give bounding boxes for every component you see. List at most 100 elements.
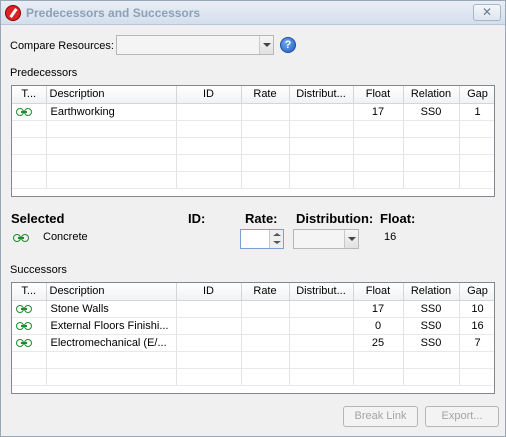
relation-cell <box>403 171 460 189</box>
gap-cell <box>459 351 494 369</box>
type-cell <box>12 300 47 318</box>
column-header[interactable]: ID <box>176 86 242 104</box>
relation-cell <box>403 120 460 138</box>
table-row[interactable]: Stone Walls 17 SS0 10 <box>12 300 494 318</box>
chevron-down-icon[interactable] <box>259 36 273 54</box>
gap-cell <box>459 368 494 386</box>
column-header[interactable]: Distribut... <box>289 86 354 104</box>
predecessors-successors-dialog: Predecessors and Successors ✕ Compare Re… <box>0 0 506 437</box>
rate-cell <box>241 317 290 335</box>
description-cell <box>46 171 177 189</box>
gap-cell <box>459 120 494 138</box>
break-link-button[interactable]: Break Link <box>343 406 418 427</box>
rate-cell <box>241 171 290 189</box>
table-row[interactable]: Earthworking 17 SS0 1 <box>12 103 494 121</box>
type-cell <box>12 351 47 369</box>
float-cell <box>353 351 404 369</box>
column-header[interactable]: T... <box>12 86 47 104</box>
id-cell <box>176 300 242 318</box>
relation-cell: SS0 <box>403 300 460 318</box>
distribution-cell <box>289 368 354 386</box>
type-cell <box>12 334 47 352</box>
float-cell <box>353 137 404 155</box>
table-row <box>12 171 494 189</box>
table-row <box>12 137 494 155</box>
gap-cell: 10 <box>459 300 494 318</box>
table-row <box>12 120 494 138</box>
successors-table[interactable]: T... Description ID Rate Distribut... Float Re… <box>11 282 495 394</box>
spin-down-icon[interactable] <box>273 241 281 244</box>
description-cell: Electromechanical (E/... <box>46 334 177 352</box>
description-cell <box>46 120 177 138</box>
float-cell <box>353 171 404 189</box>
distribution-cell <box>289 334 354 352</box>
distribution-cell <box>289 103 354 121</box>
column-header[interactable]: Gap <box>459 283 494 301</box>
float-cell <box>353 154 404 172</box>
id-cell <box>176 334 242 352</box>
export-button[interactable]: Export... <box>425 406 499 427</box>
float-cell: 17 <box>353 300 404 318</box>
gap-cell <box>459 171 494 189</box>
help-icon[interactable]: ? <box>280 37 296 53</box>
id-cell <box>176 368 242 386</box>
rate-spinner[interactable] <box>240 229 284 249</box>
rate-cell <box>241 103 290 121</box>
float-label: Float: <box>380 211 416 226</box>
type-cell <box>12 317 47 335</box>
description-cell: External Floors Finishi... <box>46 317 177 335</box>
link-icon <box>16 338 32 347</box>
compare-resources-label: Compare Resources: <box>10 40 114 52</box>
chevron-down-icon[interactable] <box>344 230 358 248</box>
relation-cell <box>403 351 460 369</box>
link-icon <box>16 321 32 330</box>
gap-cell: 1 <box>459 103 494 121</box>
column-header[interactable]: Rate <box>241 283 290 301</box>
column-header[interactable]: T... <box>12 283 47 301</box>
float-cell <box>353 368 404 386</box>
description-cell <box>46 137 177 155</box>
float-cell: 0 <box>353 317 404 335</box>
rate-cell <box>241 334 290 352</box>
column-header[interactable]: Float <box>353 283 404 301</box>
column-header[interactable]: Relation <box>403 283 460 301</box>
compare-resources-dropdown[interactable] <box>116 35 274 55</box>
column-header[interactable]: Float <box>353 86 404 104</box>
predecessors-label: Predecessors <box>10 67 78 79</box>
table-row <box>12 351 494 369</box>
close-button[interactable]: ✕ <box>473 4 501 21</box>
table-row[interactable]: Electromechanical (E/... 25 SS0 7 <box>12 334 494 352</box>
type-cell <box>12 368 47 386</box>
type-cell <box>12 137 47 155</box>
rate-cell <box>241 368 290 386</box>
selected-link-icon <box>13 232 29 244</box>
rate-cell <box>241 137 290 155</box>
selected-heading: Selected <box>11 211 65 226</box>
column-header[interactable]: Description <box>46 86 177 104</box>
id-cell <box>176 171 242 189</box>
table-row[interactable]: External Floors Finishi... 0 SS0 16 <box>12 317 494 335</box>
float-cell <box>353 120 404 138</box>
window-title: Predecessors and Successors <box>26 6 201 20</box>
predecessors-table[interactable]: T... Description ID Rate Distribut... Float Re… <box>11 85 495 197</box>
distribution-dropdown[interactable] <box>293 229 359 249</box>
id-cell <box>176 154 242 172</box>
column-header[interactable]: Distribut... <box>289 283 354 301</box>
column-header[interactable]: Gap <box>459 86 494 104</box>
distribution-cell <box>289 120 354 138</box>
column-header[interactable]: Relation <box>403 86 460 104</box>
column-header[interactable]: Rate <box>241 86 290 104</box>
id-cell <box>176 351 242 369</box>
type-cell <box>12 171 47 189</box>
spin-up-icon[interactable] <box>273 233 281 236</box>
type-cell <box>12 103 47 121</box>
column-header[interactable]: Description <box>46 283 177 301</box>
id-cell <box>176 317 242 335</box>
rate-cell <box>241 154 290 172</box>
gap-cell: 7 <box>459 334 494 352</box>
description-cell <box>46 351 177 369</box>
gap-cell <box>459 154 494 172</box>
type-cell <box>12 154 47 172</box>
float-cell: 17 <box>353 103 404 121</box>
column-header[interactable]: ID <box>176 283 242 301</box>
